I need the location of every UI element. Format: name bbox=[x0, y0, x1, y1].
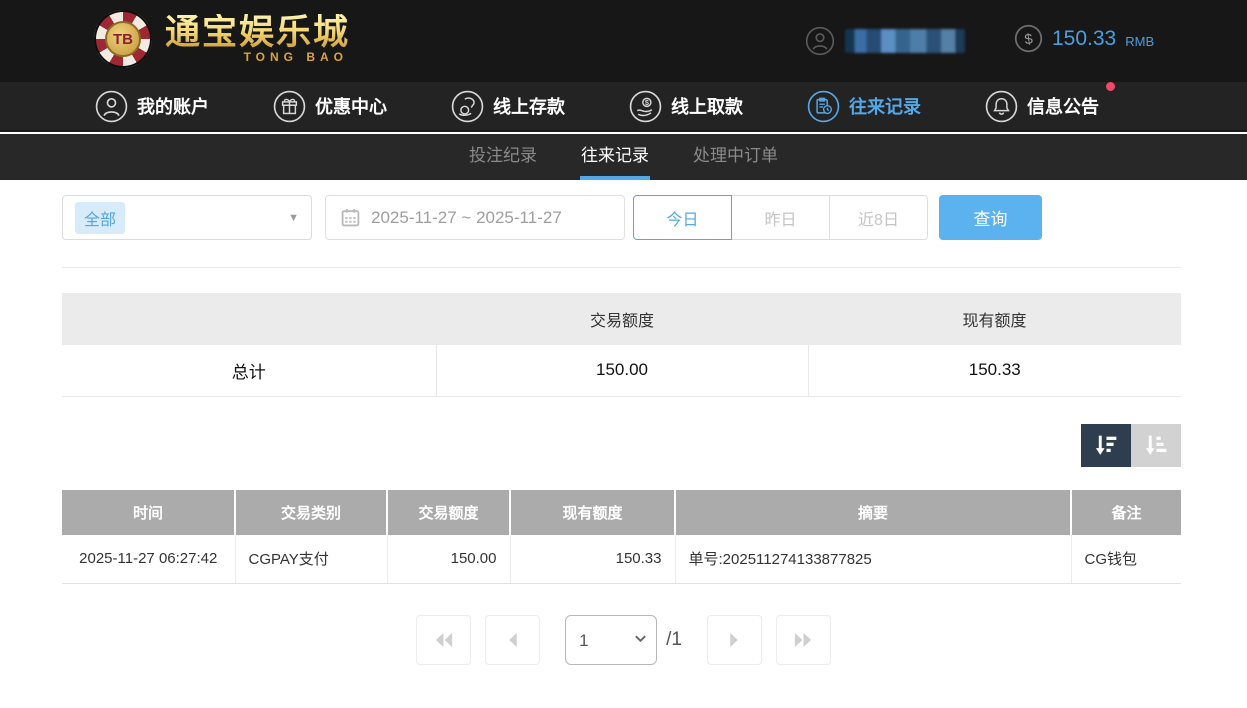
record-time: 2025-11-27 06:27:42 bbox=[62, 535, 235, 584]
nav-label: 往来记录 bbox=[849, 97, 921, 117]
col-header-type: 交易类别 bbox=[235, 490, 388, 535]
record-balance: 150.33 bbox=[509, 535, 675, 584]
summary-table: 交易额度 现有额度 总计 150.00 150.33 bbox=[62, 293, 1181, 397]
dollar-coin-icon: $ bbox=[1012, 22, 1045, 55]
next-page-button[interactable] bbox=[706, 615, 762, 665]
brand-logo: TB 通宝娱乐城 TONG BAO bbox=[94, 10, 350, 68]
account-info bbox=[805, 26, 965, 56]
chevron-down-icon: ▼ bbox=[288, 211, 299, 224]
brand-name: 通宝娱乐城 bbox=[165, 13, 351, 52]
record-amount: 150.00 bbox=[386, 535, 510, 584]
nav-item-my-account[interactable]: 我的账户 bbox=[95, 90, 209, 123]
sort-ascending-icon bbox=[1143, 432, 1170, 459]
wallet-balance: $ 150.33 RMB bbox=[1014, 24, 1154, 53]
tab-betting-records[interactable]: 投注纪录 bbox=[468, 134, 538, 180]
col-header-balance: 现有额度 bbox=[510, 490, 676, 535]
nav-item-deposit[interactable]: 线上存款 bbox=[451, 90, 565, 123]
summary-total-row: 总计 150.00 150.33 bbox=[62, 345, 1181, 397]
col-header-amount: 交易额度 bbox=[387, 490, 511, 535]
record-note: CG钱包 bbox=[1070, 535, 1181, 584]
nav-label: 线上取款 bbox=[671, 97, 743, 117]
balance-currency: RMB bbox=[1125, 33, 1155, 49]
transaction-type-select[interactable]: 全部 ▼ bbox=[62, 195, 312, 240]
records-table: 时间 交易类别 交易额度 现有额度 摘要 备注 2025-11-27 06:27… bbox=[62, 490, 1181, 584]
username-redacted bbox=[845, 29, 965, 53]
nav-label: 线上存款 bbox=[493, 97, 565, 117]
pagination: 1 /1 bbox=[0, 615, 1247, 665]
col-header-time: 时间 bbox=[62, 490, 236, 535]
poker-chip-icon: TB bbox=[94, 10, 152, 68]
summary-header-transaction: 交易额度 bbox=[436, 293, 808, 345]
quick-range-group: 今日 昨日 近8日 bbox=[633, 195, 928, 240]
record-type: CGPAY支付 bbox=[234, 535, 387, 584]
date-range-picker[interactable]: 2025-11-27 ~ 2025-11-27 bbox=[325, 195, 625, 240]
page-select[interactable]: 1 bbox=[565, 615, 658, 665]
sort-descending-button[interactable] bbox=[1081, 424, 1131, 467]
range-today-button[interactable]: 今日 bbox=[633, 195, 732, 240]
record-row: 2025-11-27 06:27:42 CGPAY支付 150.00 150.3… bbox=[62, 535, 1181, 584]
account-icon bbox=[95, 90, 128, 123]
nav-item-announcements[interactable]: 信息公告 bbox=[985, 81, 1115, 123]
last-page-button[interactable] bbox=[775, 615, 831, 665]
nav-item-withdraw[interactable]: $ 线上取款 bbox=[629, 90, 743, 123]
svg-text:$: $ bbox=[1024, 31, 1034, 48]
tab-processing-orders[interactable]: 处理中订单 bbox=[692, 134, 779, 180]
calendar-icon bbox=[341, 208, 360, 227]
sort-button-group bbox=[1081, 424, 1181, 467]
record-summary: 单号:202511274133877825 bbox=[674, 535, 1071, 584]
nav-label: 我的账户 bbox=[137, 97, 209, 117]
withdraw-hand-icon: $ bbox=[629, 90, 662, 123]
subtab-bar: 投注纪录 往来记录 处理中订单 bbox=[0, 134, 1247, 180]
range-last8days-button[interactable]: 近8日 bbox=[829, 195, 928, 240]
col-header-summary: 摘要 bbox=[675, 490, 1072, 535]
top-header: TB 通宝娱乐城 TONG BAO $ 150.33 RMB bbox=[0, 0, 1247, 82]
date-range-value: 2025-11-27 ~ 2025-11-27 bbox=[371, 207, 562, 227]
first-page-button[interactable] bbox=[416, 615, 472, 665]
sort-ascending-button[interactable] bbox=[1131, 424, 1181, 467]
left-arrow-icon bbox=[500, 627, 526, 653]
prev-page-button[interactable] bbox=[485, 615, 541, 665]
right-arrow-icon bbox=[721, 627, 747, 653]
svg-text:$: $ bbox=[645, 98, 649, 107]
balance-amount: 150.33 bbox=[1052, 26, 1117, 50]
summary-header-row: 交易额度 现有额度 bbox=[62, 293, 1181, 345]
tab-transaction-records[interactable]: 往来记录 bbox=[580, 134, 650, 180]
page-total-label: /1 bbox=[666, 629, 682, 650]
nav-label: 信息公告 bbox=[1027, 97, 1099, 117]
query-button[interactable]: 查询 bbox=[939, 195, 1042, 240]
summary-total-label: 总计 bbox=[62, 345, 436, 397]
notification-dot bbox=[1106, 81, 1115, 91]
records-clipboard-icon bbox=[807, 90, 840, 123]
records-header-row: 时间 交易类别 交易额度 现有额度 摘要 备注 bbox=[62, 490, 1181, 535]
nav-item-transaction-records[interactable]: 往来记录 bbox=[807, 90, 921, 123]
nav-label: 优惠中心 bbox=[315, 97, 387, 117]
gift-icon bbox=[273, 90, 306, 123]
col-header-note: 备注 bbox=[1071, 490, 1181, 535]
summary-balance-total: 150.33 bbox=[807, 345, 1181, 397]
nav-item-promotions[interactable]: 优惠中心 bbox=[273, 90, 387, 123]
user-icon bbox=[805, 26, 835, 56]
range-yesterday-button[interactable]: 昨日 bbox=[731, 195, 830, 240]
bell-icon bbox=[985, 90, 1018, 123]
summary-header-empty bbox=[62, 293, 436, 345]
double-left-arrow-icon bbox=[431, 627, 457, 653]
selected-type-tag: 全部 bbox=[75, 201, 126, 234]
sort-descending-icon bbox=[1093, 432, 1120, 459]
section-divider bbox=[62, 267, 1181, 268]
brand-name-en: TONG BAO bbox=[243, 50, 349, 64]
summary-header-balance: 现有额度 bbox=[808, 293, 1181, 345]
double-right-arrow-icon bbox=[790, 627, 816, 653]
page-select-wrap: 1 bbox=[565, 615, 658, 665]
brand-text: 通宝娱乐城 TONG BAO bbox=[165, 13, 351, 65]
deposit-hand-icon bbox=[451, 90, 484, 123]
summary-transaction-total: 150.00 bbox=[435, 345, 808, 397]
filter-bar: 全部 ▼ 2025-11-27 ~ 2025-11-27 今日 昨日 近8日 查… bbox=[62, 195, 1042, 240]
main-nav: 我的账户 优惠中心 线上存款 $ 线上取款 往来记录 信息公告 bbox=[0, 81, 1247, 132]
chip-core-label: TB bbox=[105, 21, 141, 57]
